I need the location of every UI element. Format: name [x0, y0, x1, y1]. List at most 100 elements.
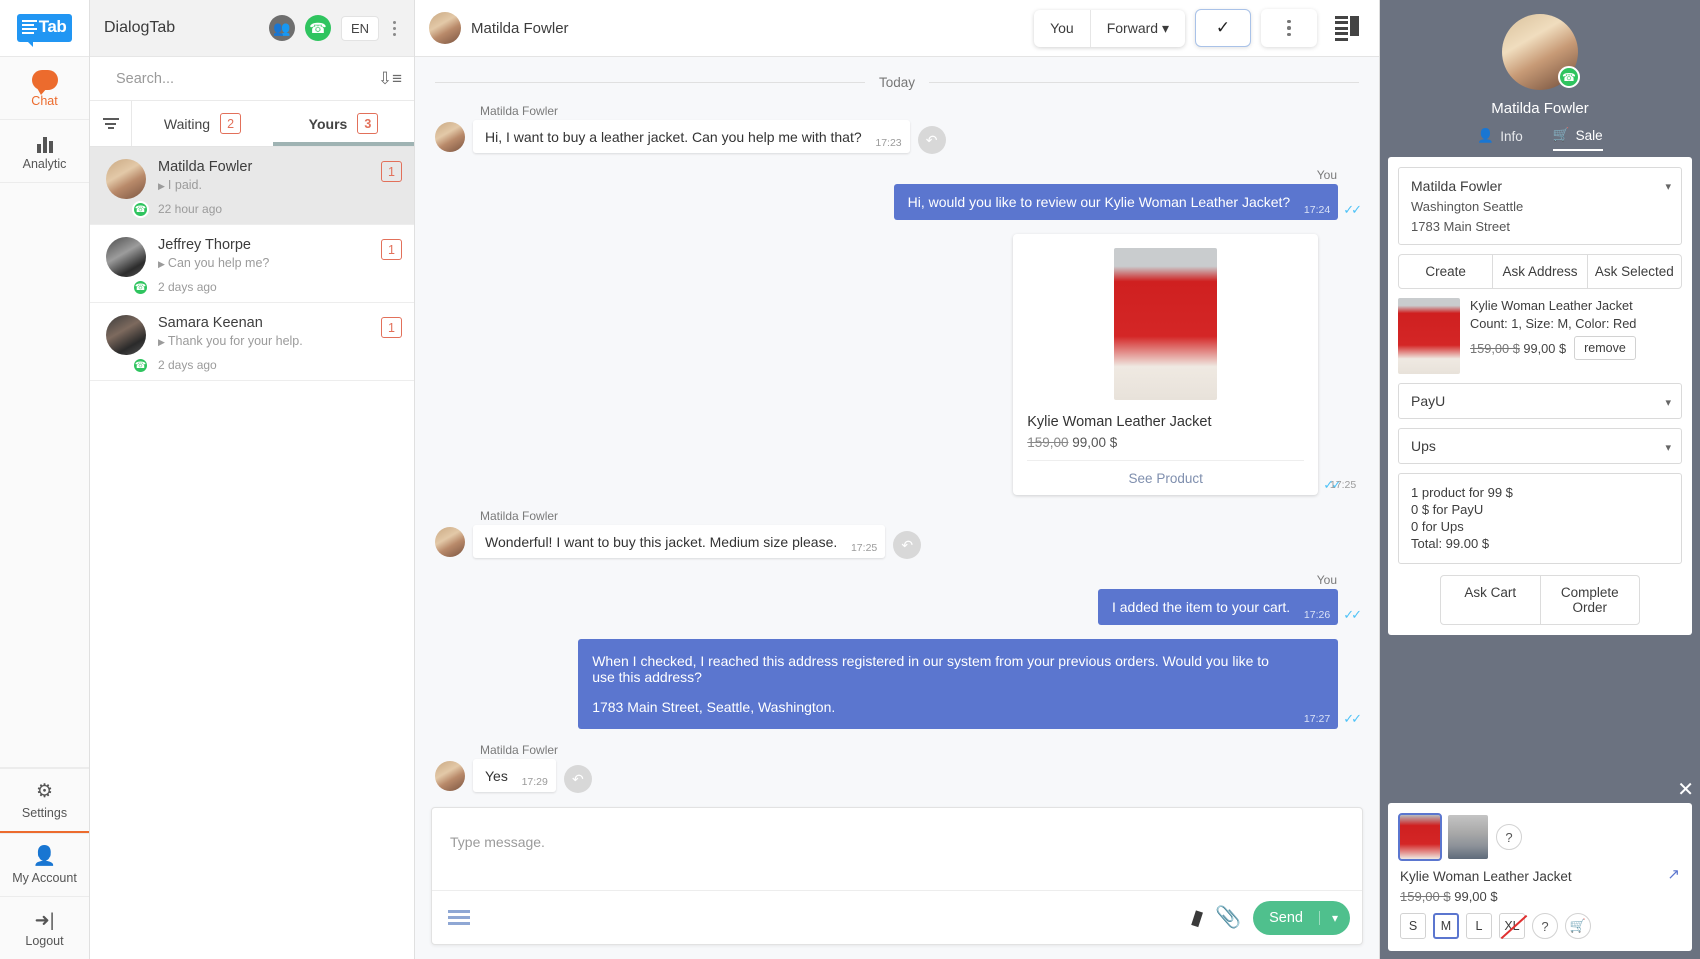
reply-icon[interactable]: ↶: [563, 765, 592, 793]
cart-icon: 🛒: [1552, 127, 1570, 142]
group-icon[interactable]: 👥: [268, 15, 295, 41]
product-thumbnail-grey[interactable]: [1448, 815, 1488, 859]
tab-info-label: Info: [1500, 128, 1523, 144]
ask-address-button[interactable]: Ask Address: [1492, 255, 1586, 288]
message-text: Hi, would you like to review our Kylie W…: [907, 194, 1291, 210]
message-input[interactable]: Type message.: [432, 808, 1362, 890]
tab-waiting[interactable]: Waiting 2: [132, 101, 273, 146]
avatar: [435, 761, 465, 791]
chat-more-button[interactable]: [1261, 9, 1317, 47]
avatar: ☎: [1502, 14, 1580, 90]
product-image: [1114, 248, 1218, 400]
double-check-icon: ✓✓: [1343, 607, 1362, 622]
address-box[interactable]: Matilda Fowler Washington Seattle 1783 M…: [1398, 167, 1682, 245]
conversation-item-matilda-fowler[interactable]: ☎ Matilda Fowler ▶ I paid. 22 hour ago 1: [90, 147, 414, 225]
composer-toolbar: ▮ 📎 Send ▾: [432, 890, 1362, 944]
ask-selected-button[interactable]: Ask Selected: [1586, 255, 1681, 288]
cart-icon[interactable]: 🛒: [1565, 913, 1591, 939]
you-button[interactable]: You: [1034, 10, 1090, 47]
more-vertical-icon[interactable]: [389, 20, 400, 36]
hamburger-menu-icon[interactable]: [448, 910, 470, 925]
cart-item-remove-button[interactable]: remove: [1574, 336, 1636, 360]
create-button[interactable]: Create: [1399, 255, 1492, 288]
message-text: When I checked, I reached this address r…: [592, 653, 1269, 685]
message-bubble: When I checked, I reached this address r…: [578, 639, 1339, 729]
tab-yours[interactable]: Yours 3: [273, 101, 414, 146]
chat-column: Matilda Fowler You Forward ▾ ✓ Today Mat…: [415, 0, 1380, 959]
shipping-method-select[interactable]: Ups ▾: [1398, 428, 1682, 464]
conversation-unread-count: 1: [381, 317, 402, 338]
rail-item-settings-label: Settings: [21, 806, 68, 820]
logout-icon: ➜|: [34, 910, 55, 930]
tab-sale[interactable]: 🛒 Sale: [1552, 127, 1603, 151]
product-card[interactable]: Kylie Woman Leather Jacket 159,00 99,00 …: [1013, 234, 1356, 495]
payment-method-select[interactable]: PayU ▾: [1398, 383, 1682, 419]
rail-item-analytic[interactable]: Analytic: [0, 120, 89, 183]
size-option-l[interactable]: L: [1466, 913, 1492, 939]
panel-toggle-icon[interactable]: [1327, 10, 1367, 47]
question-mark-icon[interactable]: ?: [1532, 913, 1558, 939]
conversation-item-samara-keenan[interactable]: ☎ Samara Keenan ▶ Thank you for your help…: [90, 303, 414, 381]
conversation-item-jeffrey-thorpe[interactable]: ☎ Jeffrey Thorpe ▶ Can you help me? 2 day…: [90, 225, 414, 303]
app-root: Tab Chat Analytic ⚙ Settings 👤 My Accoun…: [0, 0, 1700, 959]
app-logo[interactable]: Tab: [0, 0, 89, 57]
close-icon[interactable]: ✕: [1677, 777, 1694, 802]
sort-descending-icon[interactable]: ⇩≡: [378, 69, 402, 89]
whatsapp-icon: ☎: [1558, 66, 1580, 88]
summary-line-shipping: 0 for Ups: [1411, 519, 1464, 535]
chevron-down-icon[interactable]: ▾: [1665, 180, 1671, 193]
tab-info[interactable]: 👤 Info: [1477, 127, 1522, 151]
logo-text: Tab: [38, 17, 67, 36]
size-option-xl[interactable]: XL: [1499, 913, 1525, 939]
tab-yours-count: 3: [357, 113, 379, 134]
message-time: 17:29: [521, 776, 548, 788]
brand-title: DialogTab: [104, 19, 176, 36]
whatsapp-icon[interactable]: ☎: [304, 15, 331, 41]
complete-order-button[interactable]: Complete Order: [1539, 575, 1640, 624]
filter-icon[interactable]: [90, 101, 132, 146]
forward-button[interactable]: Forward ▾: [1089, 9, 1185, 47]
external-link-icon[interactable]: ↗: [1667, 865, 1680, 883]
message-bubble: Wonderful! I want to buy this jacket. Me…: [473, 525, 886, 558]
search-row: ⇩≡: [90, 57, 414, 101]
ask-cart-button[interactable]: Ask Cart: [1441, 576, 1540, 624]
size-option-m[interactable]: M: [1433, 913, 1459, 939]
message-text: I added the item to your cart.: [1111, 599, 1291, 615]
cart-item-title: Kylie Woman Leather Jacket: [1470, 298, 1633, 313]
rail-spacer: [0, 183, 89, 768]
message-bubble: Hi, I want to buy a leather jacket. Can …: [473, 120, 910, 153]
question-mark-icon[interactable]: ?: [1496, 824, 1522, 850]
see-product-link[interactable]: See Product: [1027, 460, 1305, 495]
send-button[interactable]: Send ▾: [1253, 900, 1350, 935]
check-icon: ✓: [1215, 18, 1231, 37]
chevron-down-icon[interactable]: ▾: [1318, 910, 1350, 925]
message-time: 17:27: [1303, 713, 1331, 725]
resolve-check-button[interactable]: ✓: [1195, 9, 1251, 47]
avatar: ☎: [106, 237, 149, 296]
rail-item-my-account[interactable]: 👤 My Account: [0, 833, 89, 896]
paperclip-icon[interactable]: 📎: [1215, 906, 1241, 930]
tab-waiting-count: 2: [220, 113, 242, 134]
rail-item-logout[interactable]: ➜| Logout: [0, 896, 89, 959]
shipping-method-value: Ups: [1411, 438, 1436, 454]
message-outgoing-1: You Hi, would you like to review our Kyl…: [435, 168, 1362, 220]
product-thumbnail-red[interactable]: [1398, 813, 1442, 861]
address-actions: Create Ask Address Ask Selected: [1398, 254, 1682, 289]
avatar: [435, 527, 465, 557]
reply-icon[interactable]: ↶: [917, 126, 946, 154]
search-input[interactable]: [116, 70, 378, 87]
language-selector[interactable]: EN: [340, 15, 379, 41]
rail-bottom-group: ⚙ Settings 👤 My Account ➜| Logout: [0, 768, 89, 959]
tab-sale-label: Sale: [1575, 127, 1603, 143]
avatar: [429, 12, 461, 44]
size-selector: S M L XL ? 🛒: [1400, 913, 1680, 939]
size-option-s[interactable]: S: [1400, 913, 1426, 939]
rail-item-chat[interactable]: Chat: [0, 57, 89, 120]
message-text: Wonderful! I want to buy this jacket. Me…: [485, 534, 838, 550]
conversation-preview: ▶ Thank you for your help.: [158, 334, 303, 348]
reply-icon[interactable]: ↶: [893, 531, 922, 559]
message-outgoing-3: When I checked, I reached this address r…: [435, 639, 1362, 729]
quick-reply-icon[interactable]: ▮: [1188, 904, 1206, 931]
double-check-icon: ✓✓: [1343, 711, 1362, 726]
rail-item-settings[interactable]: ⚙ Settings: [0, 768, 89, 833]
